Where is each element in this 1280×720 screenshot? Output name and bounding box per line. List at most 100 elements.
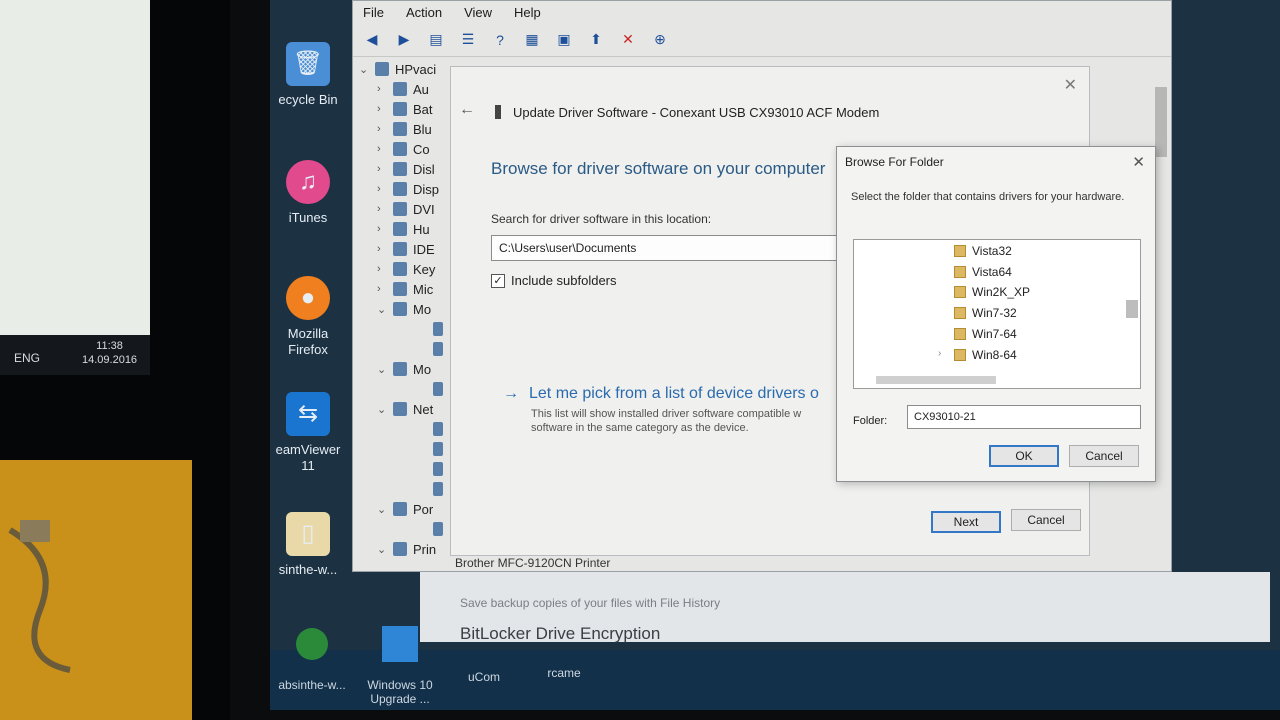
chevron-right-icon[interactable]: ›: [377, 183, 387, 195]
chevron-right-icon[interactable]: ›: [938, 348, 941, 359]
bitlocker-link[interactable]: BitLocker Drive Encryption: [460, 624, 660, 644]
printer-device-item[interactable]: Brother MFC-9120CN Printer: [455, 556, 610, 570]
folder-list-hscrollbar[interactable]: [856, 374, 1126, 386]
tree-item[interactable]: ⌄ Prin: [359, 539, 449, 559]
next-button[interactable]: Next: [931, 511, 1001, 533]
properties-icon[interactable]: ▤: [425, 29, 447, 51]
tree-item[interactable]: › Au: [359, 79, 449, 99]
list-icon[interactable]: ☰: [457, 29, 479, 51]
scrollbar-thumb[interactable]: [1155, 87, 1167, 157]
menu-view[interactable]: View: [464, 5, 492, 20]
desktop-icon-firefox[interactable]: ● Mozilla Firefox: [268, 276, 348, 358]
chevron-down-icon[interactable]: ⌄: [377, 403, 387, 416]
folder-item-win7-32[interactable]: Win7-32: [954, 303, 1017, 323]
desktop-icon-label: ecycle Bin: [278, 92, 338, 107]
uninstall-icon[interactable]: ✕: [617, 29, 639, 51]
desktop-icon-label: iTunes: [288, 210, 328, 225]
close-icon[interactable]: ✕: [1064, 75, 1077, 95]
clock[interactable]: 11:38 14.09.2016: [82, 339, 137, 367]
taskbar-item-absinthe[interactable]: absinthe-w...: [272, 628, 352, 692]
taskbar-item-windows-upgrade[interactable]: Windows 10 Upgrade ...: [360, 626, 440, 706]
taskbar-item-ucom[interactable]: uCom: [444, 670, 524, 684]
chevron-down-icon[interactable]: ⌄: [359, 63, 369, 76]
download-icon[interactable]: ⊕: [649, 29, 671, 51]
chevron-right-icon[interactable]: ›: [377, 223, 387, 235]
tree-item[interactable]: › Mic: [359, 279, 449, 299]
tree-item-label: Por: [413, 501, 434, 517]
tree-item[interactable]: [359, 479, 449, 499]
scrollbar-thumb[interactable]: [876, 376, 996, 384]
tree-item[interactable]: › IDE: [359, 239, 449, 259]
tree-item[interactable]: › Disp: [359, 179, 449, 199]
tree-item[interactable]: ⌄ Mo: [359, 299, 449, 319]
tree-item[interactable]: › Co: [359, 139, 449, 159]
tree-item[interactable]: [359, 339, 449, 359]
folder-field[interactable]: CX93010-21: [907, 405, 1141, 429]
folder-item-win7-64[interactable]: Win7-64: [954, 324, 1017, 344]
folder-item-win2k-xp[interactable]: Win2K_XP: [954, 282, 1030, 302]
tree-item[interactable]: [359, 419, 449, 439]
chevron-right-icon[interactable]: ›: [377, 283, 387, 295]
tree-item[interactable]: [359, 439, 449, 459]
chevron-right-icon[interactable]: ›: [377, 203, 387, 215]
chevron-down-icon[interactable]: ⌄: [377, 303, 387, 316]
file-history-link[interactable]: Save backup copies of your files with Fi…: [460, 596, 720, 610]
tree-item[interactable]: ⌄ HPvaci: [359, 59, 449, 79]
tree-item[interactable]: [359, 519, 449, 539]
folder-item-win8-64[interactable]: Win8-64: [954, 345, 1017, 365]
chevron-down-icon[interactable]: ⌄: [377, 543, 387, 556]
cancel-button[interactable]: Cancel: [1069, 445, 1139, 467]
tree-item[interactable]: › DVI: [359, 199, 449, 219]
tree-item[interactable]: ⌄ Net: [359, 399, 449, 419]
forward-icon[interactable]: ▶: [393, 29, 415, 51]
include-subfolders-option[interactable]: ✓ Include subfolders: [491, 273, 617, 288]
language-indicator[interactable]: ENG: [14, 351, 40, 365]
folder-item-vista64[interactable]: Vista64: [954, 262, 1012, 282]
pick-from-list-link[interactable]: → Let me pick from a list of device driv…: [503, 385, 819, 403]
help-icon[interactable]: ?: [489, 29, 511, 51]
menu-action[interactable]: Action: [406, 5, 442, 20]
taskbar-item-rcame[interactable]: rcame: [524, 666, 604, 680]
include-subfolders-checkbox[interactable]: ✓: [491, 273, 505, 288]
back-arrow-icon[interactable]: ←: [459, 101, 475, 119]
folder-list-scrollbar[interactable]: [1126, 242, 1138, 372]
vertical-scrollbar[interactable]: [1155, 73, 1167, 543]
scan-icon[interactable]: ▣: [553, 29, 575, 51]
device-icon: [432, 462, 443, 476]
chevron-down-icon[interactable]: ⌄: [377, 363, 387, 376]
chevron-down-icon[interactable]: ⌄: [377, 503, 387, 516]
desktop-icon-itunes[interactable]: ♫ iTunes: [268, 160, 348, 226]
desktop-icon-recycle-bin[interactable]: 🗑 ecycle Bin: [268, 42, 348, 108]
desktop-icon-absinthe[interactable]: ▯ sinthe-w...: [268, 512, 348, 578]
desktop-icon-teamviewer[interactable]: ⇆ eamViewer 11: [268, 392, 348, 474]
tree-item[interactable]: › Key: [359, 259, 449, 279]
tree-item[interactable]: ⌄ Mo: [359, 359, 449, 379]
chevron-right-icon[interactable]: ›: [377, 243, 387, 255]
folder-tree[interactable]: Vista32 Vista64 Win2K_XP Win7-32 Win7-64…: [853, 239, 1141, 389]
scrollbar-thumb[interactable]: [1126, 300, 1138, 318]
chevron-right-icon[interactable]: ›: [377, 83, 387, 95]
cancel-button[interactable]: Cancel: [1011, 509, 1081, 531]
tree-item[interactable]: › Blu: [359, 119, 449, 139]
tree-item[interactable]: [359, 459, 449, 479]
chevron-right-icon[interactable]: ›: [377, 143, 387, 155]
back-icon[interactable]: ◀: [361, 29, 383, 51]
tree-item[interactable]: [359, 319, 449, 339]
ok-button[interactable]: OK: [989, 445, 1059, 467]
chevron-right-icon[interactable]: ›: [377, 163, 387, 175]
search-path-input[interactable]: C:\Users\user\Documents: [491, 235, 871, 261]
chevron-right-icon[interactable]: ›: [377, 123, 387, 135]
update-driver-icon[interactable]: ⬆: [585, 29, 607, 51]
tree-item[interactable]: ⌄ Por: [359, 499, 449, 519]
menu-file[interactable]: File: [363, 5, 384, 20]
chevron-right-icon[interactable]: ›: [377, 263, 387, 275]
folder-item-vista32[interactable]: Vista32: [954, 241, 1012, 261]
tree-item[interactable]: › Bat: [359, 99, 449, 119]
details-icon[interactable]: ▦: [521, 29, 543, 51]
tree-item[interactable]: › Disl: [359, 159, 449, 179]
close-icon[interactable]: ✕: [1132, 153, 1145, 171]
tree-item[interactable]: › Hu: [359, 219, 449, 239]
tree-item[interactable]: [359, 379, 449, 399]
chevron-right-icon[interactable]: ›: [377, 103, 387, 115]
menu-help[interactable]: Help: [514, 5, 541, 20]
